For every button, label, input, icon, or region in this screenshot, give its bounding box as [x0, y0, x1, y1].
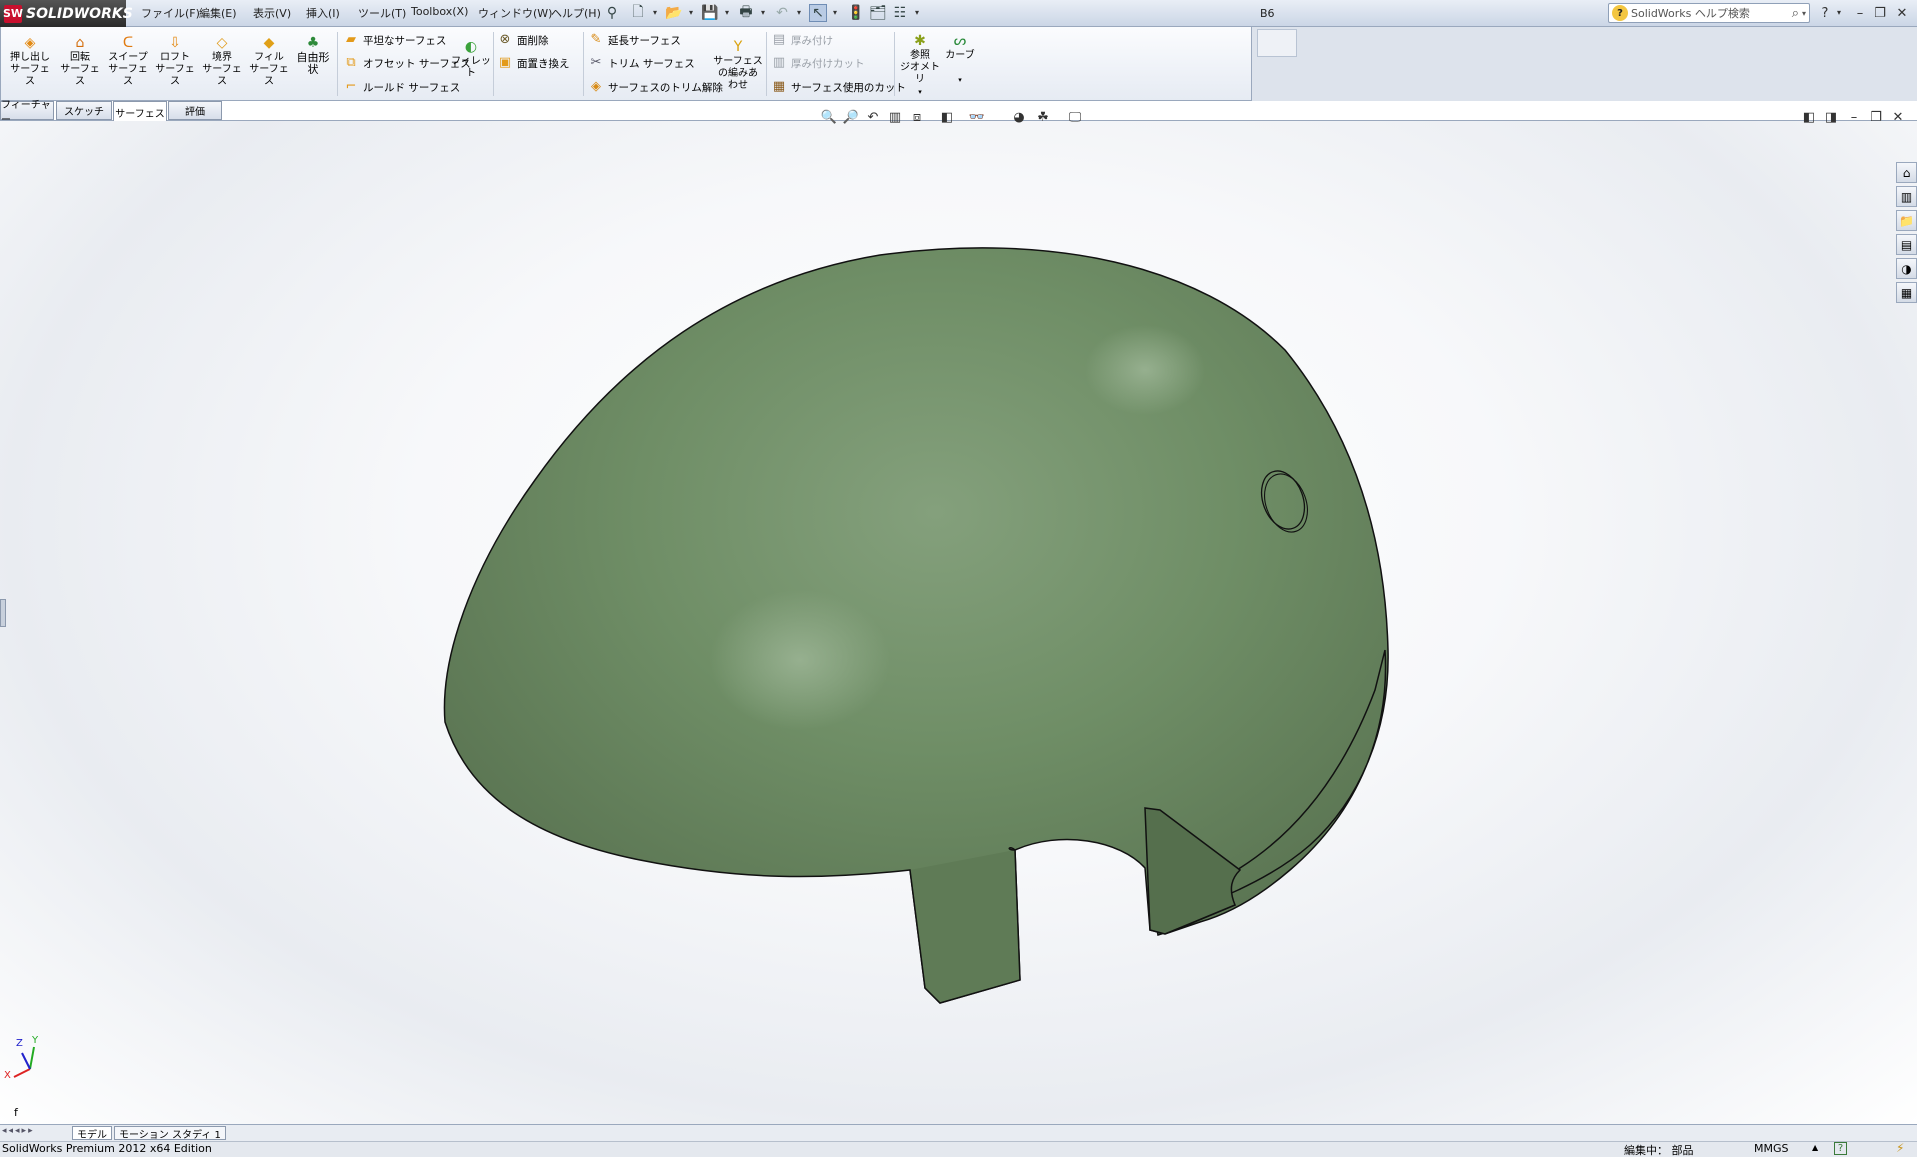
part-model-view[interactable] [0, 0, 1917, 1157]
bottom-tab-strip [0, 1124, 1917, 1141]
tab-scroll-arrows-icon[interactable]: ◂◂◂▸▸ [2, 1126, 35, 1136]
status-help-icon[interactable]: ? [1834, 1142, 1847, 1155]
front-tab-left[interactable] [909, 847, 1021, 1004]
triad-x-label: X [4, 1070, 11, 1081]
status-editing-mode: 編集中： 部品 [1624, 1144, 1694, 1157]
unit-system-arrow-icon[interactable]: ▲ [1812, 1143, 1818, 1152]
triad-y-label: Y [32, 1035, 39, 1046]
triad-z-label: Z [16, 1038, 23, 1049]
surface-highlight [1085, 325, 1205, 415]
status-unit-system[interactable]: MMGS [1754, 1142, 1789, 1155]
rebuild-status-icon[interactable]: ⚡ [1896, 1141, 1904, 1155]
status-product-edition: SolidWorks Premium 2012 x64 Edition [2, 1142, 212, 1155]
tab-motion-study-1[interactable]: モーション スタディ 1 [114, 1126, 226, 1141]
axis-triad [13, 1046, 35, 1078]
surface-highlight [710, 590, 890, 730]
tab-model[interactable]: モデル [72, 1126, 112, 1141]
viewport-label: f [14, 1106, 18, 1119]
